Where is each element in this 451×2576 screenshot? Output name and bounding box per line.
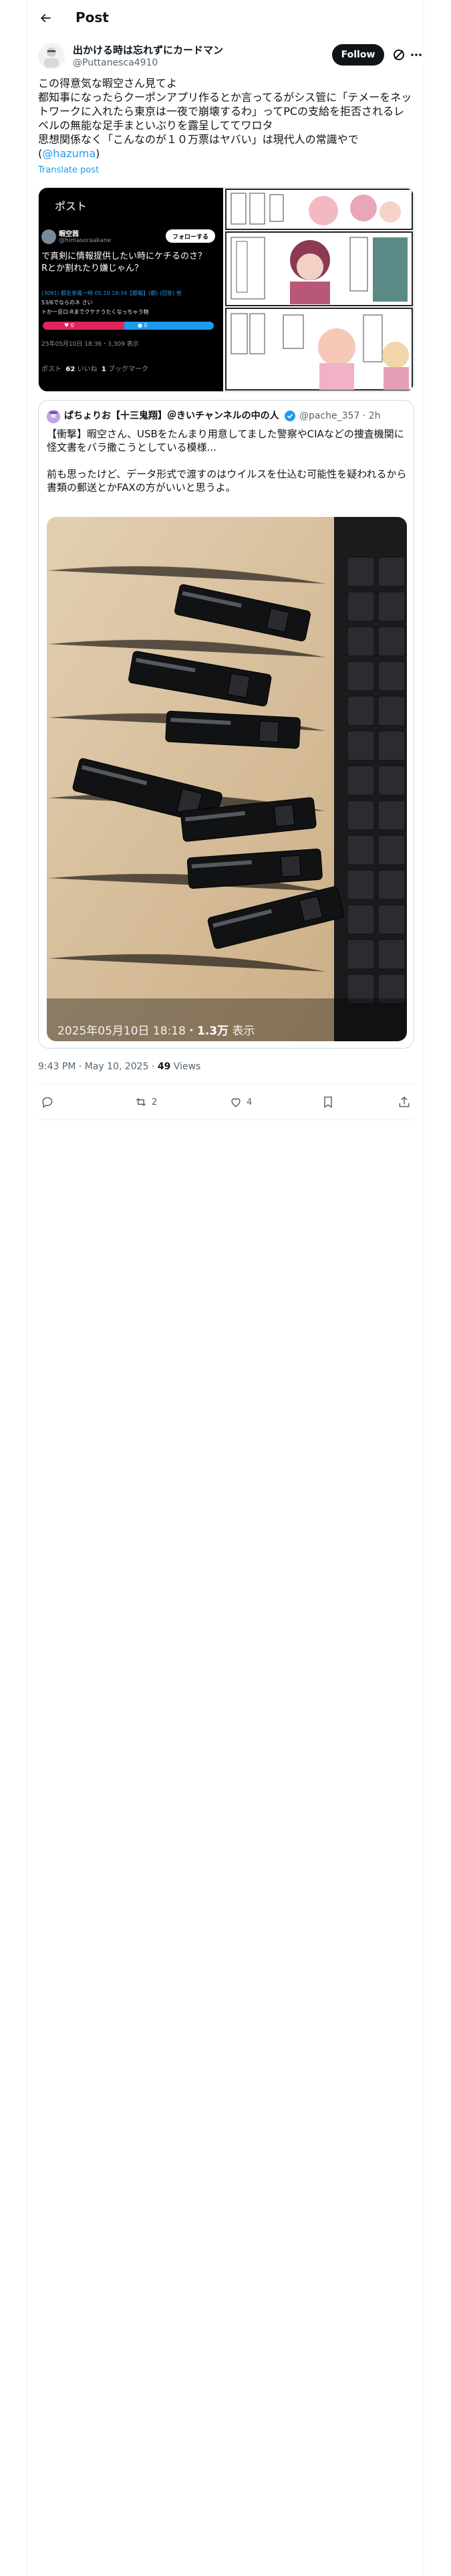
bookmark-button[interactable]	[321, 1095, 335, 1109]
vote-right: ● 0	[124, 322, 214, 330]
divider-top	[38, 1083, 414, 1084]
embedded-text: で真剣に情報提供したい時にケチるのさ？ Rとか割れたり嫌じゃん？	[41, 251, 207, 274]
heart-icon	[231, 1098, 241, 1107]
embedded-vote-bar: ♥ 0 ● 0	[43, 322, 214, 330]
tweet-text: この得意気な暇空さん見てよ 都知事になったらクーポンアプリ作るとか言ってるがシス…	[38, 76, 414, 160]
reply-button[interactable]	[41, 1095, 58, 1109]
embedded-likes-label: いいね	[77, 366, 98, 373]
mention-link[interactable]: @hazuma	[42, 147, 96, 160]
verified-badge-icon	[285, 411, 295, 421]
repost-icon	[136, 1097, 146, 1107]
embedded-screenshot[interactable]: ポスト 暇空茜 @himasoraakane フォローする で真剣に情報提供した…	[39, 188, 222, 391]
embedded-bookmarks-count: 1	[101, 366, 106, 373]
embedded-date: 25年05月10日 18:36・3,309 表示	[41, 341, 139, 348]
more-options-icon[interactable]	[410, 48, 423, 62]
manga-image[interactable]	[223, 188, 414, 391]
embedded-follow-button: フォローする	[166, 229, 215, 243]
embedded-line-2: トか一旦ロ-Rまでクケナうたくなっちゃう物	[41, 309, 149, 315]
grok-icon[interactable]	[392, 48, 406, 62]
author-row: 出かける時は忘れずにカードマン @Puttanesca4910 Follow	[38, 41, 422, 71]
photo-caption-views: 1.3万	[196, 1025, 229, 1038]
author-name[interactable]: 出かける時は忘れずにカードマン	[73, 44, 223, 56]
like-count: 4	[247, 1097, 253, 1107]
post-timestamp: 9:43 PM · May 10, 2025 · 49 Views	[38, 1061, 200, 1073]
embedded-avatar	[41, 229, 56, 244]
bookmark-icon	[324, 1096, 332, 1108]
back-arrow-icon[interactable]	[37, 9, 54, 27]
usb-photo[interactable]: 2025年05月10日 18:18・1.3万 表示	[47, 517, 407, 1041]
like-button[interactable]: 4	[229, 1095, 252, 1109]
main-column: Post 出かける時は忘れずにカードマン @Puttanesca4910 Fol…	[27, 0, 424, 2576]
embedded-meta: (3091) 都名参風一時 05.10 18:34【都報】(都) (回答) 他	[41, 290, 182, 296]
photo-caption: 2025年05月10日 18:18・1.3万 表示	[57, 1025, 255, 1038]
divider-bottom	[38, 1119, 414, 1120]
repost-button[interactable]: 2	[134, 1095, 157, 1109]
vote-right-count: 0	[144, 322, 148, 328]
views-count: 49	[157, 1061, 171, 1072]
embedded-likes-count: 62	[65, 366, 76, 373]
share-button[interactable]	[398, 1095, 411, 1109]
timestamp-time[interactable]: 9:43 PM · May 10, 2025 ·	[38, 1061, 158, 1072]
quoted-tweet[interactable]: ぱちょりお【十三鬼翔】＠きいチャンネルの中の人 @pache_357 · 2h …	[38, 400, 414, 1049]
quote-avatar	[47, 410, 60, 423]
action-bar: 2 4	[38, 1086, 414, 1118]
embedded-name: 暇空茜	[59, 231, 79, 238]
vote-left: ♥ 0	[43, 322, 124, 330]
reply-icon	[42, 1097, 53, 1108]
embedded-stats-prefix: ポスト	[41, 366, 61, 373]
photo-caption-date: 2025年05月10日 18:18	[57, 1025, 186, 1038]
embedded-bookmarks-label: ブックマーク	[108, 366, 148, 373]
tweet-media[interactable]: ポスト 暇空茜 @himasoraakane フォローする で真剣に情報提供した…	[38, 187, 414, 392]
embedded-handle: @himasoraakane	[59, 237, 112, 244]
quote-author-handle: @pache_357 · 2h	[299, 411, 381, 421]
author-handle[interactable]: @Puttanesca4910	[73, 58, 158, 69]
tweet-text-tail: )	[96, 147, 100, 160]
top-bar: Post	[27, 0, 425, 35]
views-label: Views	[170, 1061, 201, 1072]
embedded-line-1: 53/6でならのネ さい	[41, 300, 93, 306]
repost-count: 2	[152, 1097, 158, 1107]
quote-text: 【衝撃】暇空さん、USBをたんまり用意してました警察やCIAなどの捜査機関に怪文…	[47, 428, 407, 494]
translate-post-link[interactable]: Translate post	[38, 165, 99, 175]
embedded-stats: ポスト 62 いいね 1 ブックマーク	[41, 363, 148, 373]
follow-button[interactable]: Follow	[332, 44, 384, 66]
page-title: Post	[76, 9, 109, 25]
embedded-title: ポスト	[55, 200, 88, 213]
photo-caption-suffix: 表示	[232, 1025, 255, 1038]
vote-left-count: 0	[70, 322, 74, 328]
quote-author-name: ぱちょりお【十三鬼翔】＠きいチャンネルの中の人	[64, 411, 279, 421]
avatar[interactable]	[38, 43, 65, 70]
share-icon	[399, 1096, 410, 1107]
